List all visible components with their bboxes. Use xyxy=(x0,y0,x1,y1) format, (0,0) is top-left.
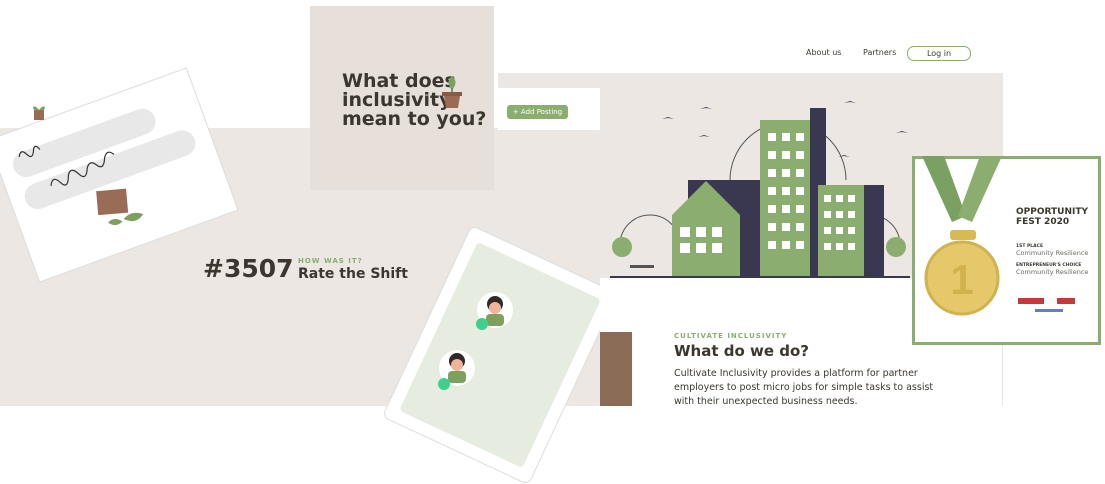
how-was-it-label: HOW WAS IT? xyxy=(298,257,363,265)
quote-text: What does inclusivity mean to you? xyxy=(342,72,492,129)
quote-line: mean to you? xyxy=(342,108,487,130)
section-body: Cultivate Inclusivity provides a platfor… xyxy=(674,368,934,407)
shift-number: #3507 xyxy=(203,254,294,283)
worker-avatar-icon xyxy=(438,350,475,390)
sponsor-logo xyxy=(1018,298,1044,304)
nav-partners-link[interactable]: Partners xyxy=(863,48,896,57)
sponsor-logo xyxy=(1057,298,1075,304)
add-posting-button[interactable]: + Add Posting xyxy=(507,105,568,119)
award-title: OPPORTUNITY FEST 2020 xyxy=(1016,207,1089,227)
sponsor-logo xyxy=(1035,309,1063,312)
small-plant-icon xyxy=(33,106,45,120)
city-illustration xyxy=(610,101,910,278)
nav-about-link[interactable]: About us xyxy=(806,48,841,57)
quote-card: What does inclusivity mean to you? xyxy=(310,6,494,190)
potted-plant-icon xyxy=(442,76,462,108)
rate-shift-link[interactable]: Rate the Shift xyxy=(298,266,408,282)
photo-thumbnail xyxy=(600,332,632,406)
section-title: What do we do? xyxy=(674,342,809,360)
login-button[interactable]: Log in xyxy=(907,46,971,61)
section-label: CULTIVATE INCLUSIVITY xyxy=(674,332,788,340)
medal-number: 1 xyxy=(950,256,973,303)
medal-icon: 1 xyxy=(922,156,1002,316)
award-choice-sub: Community Resilience xyxy=(1016,268,1089,276)
award-first-place-sub: Community Resilience xyxy=(1016,249,1089,257)
